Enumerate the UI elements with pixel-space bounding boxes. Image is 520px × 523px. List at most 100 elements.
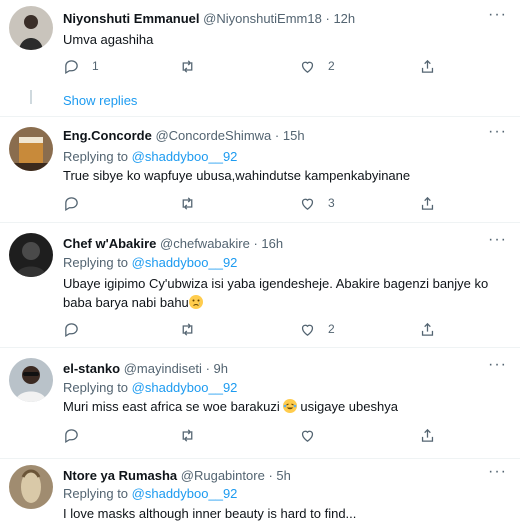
- retweet-icon: [182, 59, 193, 73]
- divider: [0, 222, 520, 223]
- show-replies-link[interactable]: Show replies: [63, 93, 137, 108]
- tweet-header: Eng.Concorde @ConcordeShimwa · 15h: [63, 128, 305, 143]
- tweet-header: Niyonshuti Emmanuel @NiyonshutiEmm18 · 1…: [63, 11, 355, 26]
- timestamp[interactable]: 15h: [283, 128, 305, 143]
- retweet-icon: [182, 196, 193, 210]
- avatar[interactable]: [9, 358, 53, 402]
- more-options-icon[interactable]: ···: [488, 464, 506, 483]
- avatar[interactable]: [9, 233, 53, 277]
- retweet-button[interactable]: [179, 56, 196, 76]
- replying-handle[interactable]: @shaddyboo__92: [132, 149, 238, 164]
- share-button[interactable]: [419, 425, 436, 445]
- share-button[interactable]: [419, 193, 436, 213]
- author-handle[interactable]: @mayindiseti: [124, 361, 202, 376]
- like-count: 2: [328, 59, 335, 73]
- share-button[interactable]: [419, 56, 436, 76]
- tweet-header: Ntore ya Rumasha @Rugabintore · 5h: [63, 468, 291, 483]
- separator: ·: [268, 468, 273, 483]
- author-name[interactable]: Chef w'Abakire: [63, 236, 156, 251]
- tweet-text-line: baba barya nabi bahu: [63, 293, 493, 312]
- timestamp[interactable]: 5h: [276, 468, 290, 483]
- replying-prefix: Replying to: [63, 486, 129, 501]
- retweet-button[interactable]: [179, 193, 196, 213]
- more-options-icon[interactable]: ···: [488, 357, 506, 376]
- tweet-header: Chef w'Abakire @chefwabakire · 16h: [63, 236, 283, 251]
- divider: [0, 116, 520, 117]
- share-icon: [421, 196, 434, 210]
- share-icon: [421, 428, 434, 442]
- tweet-actions: [63, 425, 443, 445]
- author-handle[interactable]: @chefwabakire: [160, 236, 250, 251]
- like-button[interactable]: 2: [299, 56, 335, 76]
- author-handle[interactable]: @NiyonshutiEmm18: [203, 11, 322, 26]
- reply-count: 1: [92, 59, 99, 73]
- replying-prefix: Replying to: [63, 149, 129, 164]
- reply-icon: [65, 428, 78, 443]
- more-options-icon[interactable]: ···: [488, 232, 506, 251]
- retweet-icon: [182, 322, 193, 336]
- heart-icon: [301, 61, 314, 73]
- replying-to: Replying to @shaddyboo__92: [63, 255, 237, 270]
- tweet-text-part: usigaye ubeshya: [296, 399, 398, 414]
- tweet-actions: 2: [63, 319, 443, 339]
- timestamp[interactable]: 12h: [333, 11, 355, 26]
- tweet-text: I love masks although inner beauty is ha…: [63, 506, 357, 521]
- heart-icon: [301, 198, 314, 210]
- tweet-actions: 3: [63, 193, 443, 213]
- separator: ·: [325, 11, 330, 26]
- author-name[interactable]: Niyonshuti Emmanuel: [63, 11, 200, 26]
- like-count: 3: [328, 196, 335, 210]
- timestamp[interactable]: 16h: [261, 236, 283, 251]
- tweet-text-line: Ubaye igipimo Cy'ubwiza isi yaba igendes…: [63, 276, 489, 291]
- replying-to: Replying to @shaddyboo__92: [63, 486, 237, 501]
- tweet-text-part: Muri miss east africa se woe barakuzi: [63, 399, 280, 414]
- crying-face-emoji-icon: [188, 295, 203, 309]
- retweet-icon: [182, 428, 193, 442]
- replying-handle[interactable]: @shaddyboo__92: [132, 486, 238, 501]
- share-icon: [421, 59, 434, 73]
- tweet-text: Muri miss east africa se woe barakuzi us…: [63, 397, 493, 416]
- tweet-text: Umva agashiha: [63, 32, 154, 47]
- author-handle[interactable]: @Rugabintore: [181, 468, 265, 483]
- like-button[interactable]: [299, 425, 316, 445]
- author-name[interactable]: el-stanko: [63, 361, 120, 376]
- tweet-header: el-stanko @mayindiseti · 9h: [63, 361, 228, 376]
- tweet-actions: 1 2: [63, 56, 443, 76]
- author-name[interactable]: Eng.Concorde: [63, 128, 152, 143]
- more-options-icon[interactable]: ···: [488, 124, 506, 143]
- reply-button[interactable]: [63, 193, 80, 213]
- avatar[interactable]: [9, 127, 53, 171]
- avatar[interactable]: [9, 465, 53, 509]
- replying-prefix: Replying to: [63, 380, 129, 395]
- separator: ·: [253, 236, 258, 251]
- avatar[interactable]: [9, 6, 53, 50]
- like-count: 2: [328, 322, 335, 336]
- heart-icon: [301, 324, 314, 336]
- tweet-text-part: baba barya nabi bahu: [63, 295, 189, 310]
- reply-icon: [65, 59, 78, 74]
- heart-icon: [301, 430, 314, 442]
- reply-button[interactable]: 1: [63, 56, 99, 76]
- divider: [0, 458, 520, 459]
- separator: ·: [205, 361, 210, 376]
- reply-button[interactable]: [63, 319, 80, 339]
- replying-handle[interactable]: @shaddyboo__92: [132, 255, 238, 270]
- share-button[interactable]: [419, 319, 436, 339]
- separator: ·: [274, 128, 280, 143]
- author-name[interactable]: Ntore ya Rumasha: [63, 468, 177, 483]
- retweet-button[interactable]: [179, 425, 196, 445]
- laughing-tears-emoji-icon: [282, 399, 297, 413]
- reply-button[interactable]: [63, 425, 80, 445]
- timestamp[interactable]: 9h: [214, 361, 228, 376]
- thread-line: [30, 90, 32, 104]
- more-options-icon[interactable]: ···: [488, 7, 506, 26]
- author-handle[interactable]: @ConcordeShimwa: [155, 128, 271, 143]
- tweet-text: Ubaye igipimo Cy'ubwiza isi yaba igendes…: [63, 274, 493, 312]
- divider: [0, 347, 520, 348]
- replying-to: Replying to @shaddyboo__92: [63, 149, 237, 164]
- replying-handle[interactable]: @shaddyboo__92: [132, 380, 238, 395]
- retweet-button[interactable]: [179, 319, 196, 339]
- like-button[interactable]: 3: [299, 193, 335, 213]
- like-button[interactable]: 2: [299, 319, 335, 339]
- replying-prefix: Replying to: [63, 255, 129, 270]
